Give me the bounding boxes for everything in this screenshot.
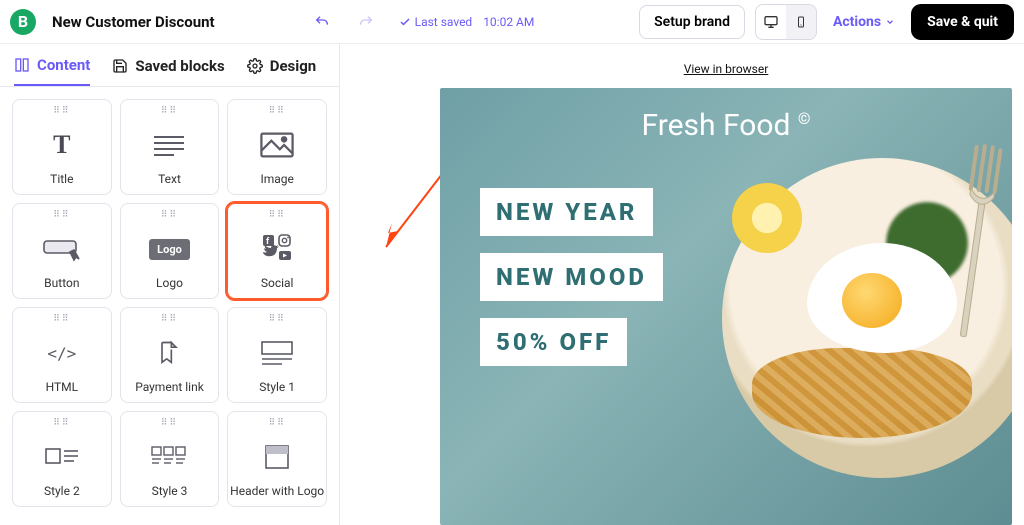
grip-icon: ⠿⠿ [53, 314, 70, 326]
tab-saved-blocks[interactable]: Saved blocks [112, 56, 224, 86]
sidebar: Content Saved blocks Design ⠿⠿ T Title ⠿… [0, 44, 340, 525]
document-title: New Customer Discount [52, 13, 215, 31]
hero-text-line-3: 50% OFF [480, 318, 627, 366]
block-title[interactable]: ⠿⠿ T Title [12, 99, 112, 195]
device-toggle [755, 4, 817, 40]
desktop-icon [763, 14, 779, 30]
block-social[interactable]: ⠿⠿ f Social [227, 203, 327, 299]
block-label: Text [158, 172, 181, 194]
button-icon [42, 236, 82, 262]
grip-icon: ⠿⠿ [161, 418, 178, 430]
block-label: Title [50, 172, 73, 194]
chevron-down-icon [885, 17, 895, 27]
block-label: Social [261, 276, 294, 298]
hero-lemon-illustration [732, 183, 802, 253]
save-and-quit-button[interactable]: Save & quit [911, 4, 1014, 40]
grip-icon: ⠿⠿ [269, 418, 286, 430]
grip-icon: ⠿⠿ [269, 314, 286, 326]
email-hero[interactable]: Fresh Food © NEW YEAR NEW MOOD 50% OFF [440, 88, 1012, 525]
block-html[interactable]: ⠿⠿ </> HTML [12, 307, 112, 403]
block-payment-link[interactable]: ⠿⠿ Payment link [120, 307, 220, 403]
mobile-preview-button[interactable] [786, 5, 816, 39]
check-icon [399, 16, 411, 28]
tab-content[interactable]: Content [14, 56, 90, 86]
hero-yolk-illustration [842, 273, 902, 328]
block-label: Style 1 [259, 380, 295, 402]
gear-icon [247, 58, 263, 74]
block-style-2[interactable]: ⠿⠿ Style 2 [12, 411, 112, 507]
mobile-icon [795, 14, 807, 30]
block-button[interactable]: ⠿⠿ Button [12, 203, 112, 299]
last-saved-indicator: Last saved 10:02 AM [399, 15, 535, 29]
hero-text-line-1: NEW YEAR [480, 188, 653, 236]
view-in-browser-link[interactable]: View in browser [684, 62, 769, 76]
block-image[interactable]: ⠿⠿ Image [227, 99, 327, 195]
setup-brand-button[interactable]: Setup brand [639, 5, 745, 39]
grip-icon: ⠿⠿ [53, 106, 70, 118]
grip-icon: ⠿⠿ [161, 106, 178, 118]
undo-icon [314, 14, 330, 30]
block-label: Payment link [135, 380, 204, 402]
redo-icon [358, 14, 374, 30]
block-style-3[interactable]: ⠿⠿ Style 3 [120, 411, 220, 507]
email-brand-title: Fresh Food © [440, 108, 1012, 143]
grip-icon: ⠿⠿ [53, 418, 70, 430]
grip-icon: ⠿⠿ [269, 210, 286, 222]
block-style-1[interactable]: ⠿⠿ Style 1 [227, 307, 327, 403]
style2-icon [44, 445, 80, 469]
block-label: Image [260, 172, 293, 194]
logo-chip-icon: Logo [149, 239, 190, 260]
layout-icon [14, 57, 30, 73]
block-text[interactable]: ⠿⠿ Text [120, 99, 220, 195]
grip-icon: ⠿⠿ [269, 106, 286, 118]
hero-food-illustration [752, 348, 972, 438]
preview-canvas: View in browser Fresh Food © NEW YEAR NE… [340, 44, 1024, 525]
social-icons: f [257, 233, 297, 265]
grip-icon: ⠿⠿ [161, 314, 178, 326]
block-logo[interactable]: ⠿⠿ Logo Logo [120, 203, 220, 299]
block-header-with-logo[interactable]: ⠿⠿ Header with Logo [227, 411, 327, 507]
block-label: Header with Logo [230, 484, 324, 506]
undo-button[interactable] [311, 11, 333, 33]
header-logo-icon [262, 444, 292, 470]
grip-icon: ⠿⠿ [53, 210, 70, 222]
image-icon [260, 132, 294, 158]
block-label: HTML [46, 380, 79, 402]
block-label: Style 3 [152, 484, 188, 506]
block-label: Style 2 [44, 484, 80, 506]
hero-text-line-2: NEW MOOD [480, 253, 663, 301]
grip-icon: ⠿⠿ [161, 210, 178, 222]
block-label: Logo [156, 276, 183, 298]
desktop-preview-button[interactable] [756, 5, 786, 39]
actions-menu[interactable]: Actions [827, 8, 901, 36]
text-lines-icon [152, 133, 186, 157]
style3-icon [150, 445, 188, 469]
tab-design[interactable]: Design [247, 56, 317, 86]
app-logo[interactable]: B [10, 9, 36, 35]
block-label: Button [44, 276, 79, 298]
style1-icon [260, 340, 294, 366]
save-icon [112, 58, 128, 74]
redo-button[interactable] [355, 11, 377, 33]
payment-icon [155, 339, 183, 367]
